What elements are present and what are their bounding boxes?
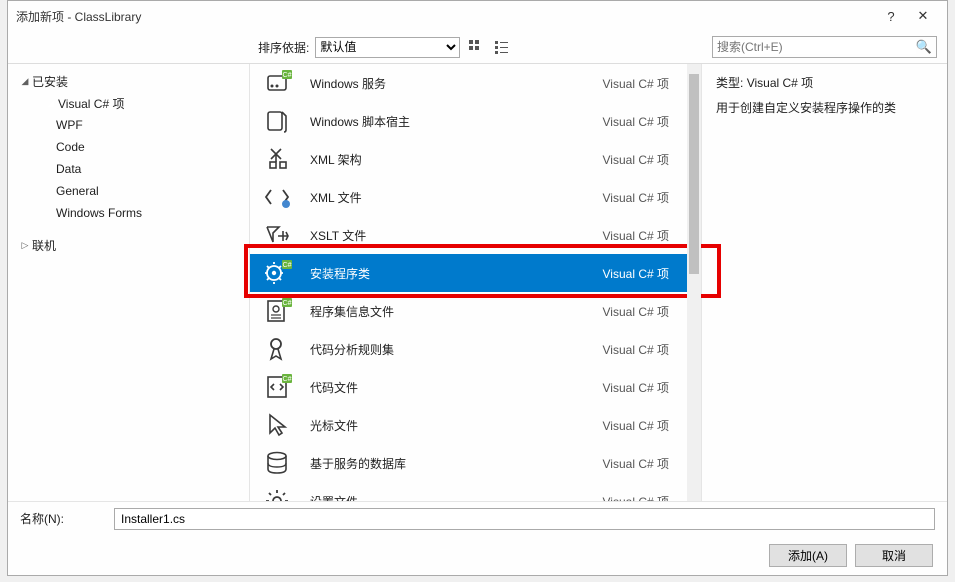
- tree-online[interactable]: ▷联机: [8, 234, 249, 256]
- dialog-body: ◢已安装 ◢Visual C# 项 WPF Code Data General …: [8, 63, 947, 501]
- template-row[interactable]: C# 代码文件Visual C# 项: [250, 368, 687, 406]
- xslt-icon: [262, 221, 294, 249]
- template-row[interactable]: C# 安装程序类Visual C# 项: [250, 254, 687, 292]
- detail-type-label: 类型:: [716, 76, 743, 90]
- search-box[interactable]: 🔍: [712, 36, 937, 58]
- close-button[interactable]: ✕: [907, 8, 939, 24]
- template-row[interactable]: Windows 脚本宿主Visual C# 项: [250, 102, 687, 140]
- template-category: Visual C# 项: [603, 341, 669, 358]
- ruleset-icon: [262, 335, 294, 363]
- add-button[interactable]: 添加(A): [769, 544, 847, 567]
- scrollbar-thumb[interactable]: [689, 74, 699, 274]
- template-row[interactable]: 光标文件Visual C# 项: [250, 406, 687, 444]
- service-icon: C#: [262, 69, 294, 97]
- codefile-icon: C#: [262, 373, 294, 401]
- template-name: XML 文件: [310, 189, 603, 206]
- template-name: 安装程序类: [310, 265, 603, 282]
- window-title: 添加新项 - ClassLibrary: [16, 8, 875, 25]
- template-category: Visual C# 项: [603, 113, 669, 130]
- template-row[interactable]: C# Windows 服务Visual C# 项: [250, 64, 687, 102]
- template-row[interactable]: 代码分析规则集Visual C# 项: [250, 330, 687, 368]
- template-name: XML 架构: [310, 151, 603, 168]
- svg-text:C#: C#: [283, 72, 292, 79]
- template-name: 设置文件: [310, 493, 603, 502]
- titlebar: 添加新项 - ClassLibrary ? ✕: [8, 1, 947, 31]
- add-new-item-dialog: 添加新项 - ClassLibrary ? ✕ 排序依据: 默认值 🔍 ◢已安装…: [7, 0, 948, 576]
- template-category: Visual C# 项: [603, 227, 669, 244]
- name-input[interactable]: [114, 508, 935, 530]
- template-name: Windows 服务: [310, 75, 603, 92]
- svg-text:C#: C#: [283, 262, 292, 269]
- template-name: 代码分析规则集: [310, 341, 603, 358]
- view-large-icons-button[interactable]: [466, 37, 486, 57]
- tree-code[interactable]: Code: [8, 136, 249, 158]
- detail-panel: 类型: Visual C# 项 用于创建自定义安装程序操作的类: [701, 64, 947, 501]
- database-icon: [262, 449, 294, 477]
- tree-csharp[interactable]: ◢Visual C# 项: [12, 92, 245, 114]
- cancel-button[interactable]: 取消: [855, 544, 933, 567]
- category-tree: ◢已安装 ◢Visual C# 项 WPF Code Data General …: [8, 64, 250, 501]
- template-row[interactable]: 基于服务的数据库Visual C# 项: [250, 444, 687, 482]
- view-list-button[interactable]: [492, 37, 512, 57]
- xsd-icon: [262, 145, 294, 173]
- help-button[interactable]: ?: [875, 9, 907, 24]
- tree-winforms[interactable]: Windows Forms: [8, 202, 249, 224]
- template-category: Visual C# 项: [603, 455, 669, 472]
- sort-label: 排序依据:: [258, 39, 309, 56]
- footer-buttons: 添加(A) 取消: [8, 535, 947, 575]
- template-name: 程序集信息文件: [310, 303, 603, 320]
- template-row[interactable]: C# 程序集信息文件Visual C# 项: [250, 292, 687, 330]
- template-name: XSLT 文件: [310, 227, 603, 244]
- installer-icon: C#: [262, 259, 294, 287]
- search-icon: 🔍: [916, 39, 932, 55]
- assembly-icon: C#: [262, 297, 294, 325]
- template-category: Visual C# 项: [603, 379, 669, 396]
- toolbar: 排序依据: 默认值 🔍: [8, 31, 947, 63]
- template-row[interactable]: 设置文件Visual C# 项: [250, 482, 687, 501]
- template-category: Visual C# 项: [603, 151, 669, 168]
- svg-text:C#: C#: [283, 300, 292, 307]
- template-list[interactable]: C#Windows 服务Visual C# 项Windows 脚本宿主Visua…: [250, 64, 687, 501]
- search-input[interactable]: [717, 40, 916, 54]
- template-category: Visual C# 项: [603, 493, 669, 502]
- detail-description: 用于创建自定义安装程序操作的类: [716, 99, 933, 116]
- template-list-panel: C#Windows 服务Visual C# 项Windows 脚本宿主Visua…: [250, 64, 701, 501]
- template-name: 光标文件: [310, 417, 603, 434]
- tree-wpf[interactable]: WPF: [8, 114, 249, 136]
- template-category: Visual C# 项: [603, 417, 669, 434]
- template-name: Windows 脚本宿主: [310, 113, 603, 130]
- template-name: 基于服务的数据库: [310, 455, 603, 472]
- footer-name-row: 名称(N):: [8, 501, 947, 535]
- tree-installed[interactable]: ◢已安装: [8, 70, 249, 92]
- template-row[interactable]: XML 文件Visual C# 项: [250, 178, 687, 216]
- tree-data[interactable]: Data: [8, 158, 249, 180]
- template-name: 代码文件: [310, 379, 603, 396]
- tree-general[interactable]: General: [8, 180, 249, 202]
- template-category: Visual C# 项: [603, 189, 669, 206]
- template-category: Visual C# 项: [603, 75, 669, 92]
- settings-icon: [262, 487, 294, 501]
- scrollbar[interactable]: [687, 64, 701, 501]
- template-category: Visual C# 项: [603, 303, 669, 320]
- template-row[interactable]: XSLT 文件Visual C# 项: [250, 216, 687, 254]
- svg-text:C#: C#: [283, 376, 292, 383]
- sort-select[interactable]: 默认值: [315, 37, 460, 58]
- template-category: Visual C# 项: [603, 265, 669, 282]
- xml-icon: [262, 183, 294, 211]
- cursor-icon: [262, 411, 294, 439]
- script-icon: [262, 107, 294, 135]
- template-row[interactable]: XML 架构Visual C# 项: [250, 140, 687, 178]
- detail-type-value: Visual C# 项: [747, 76, 813, 90]
- name-label: 名称(N):: [20, 510, 64, 527]
